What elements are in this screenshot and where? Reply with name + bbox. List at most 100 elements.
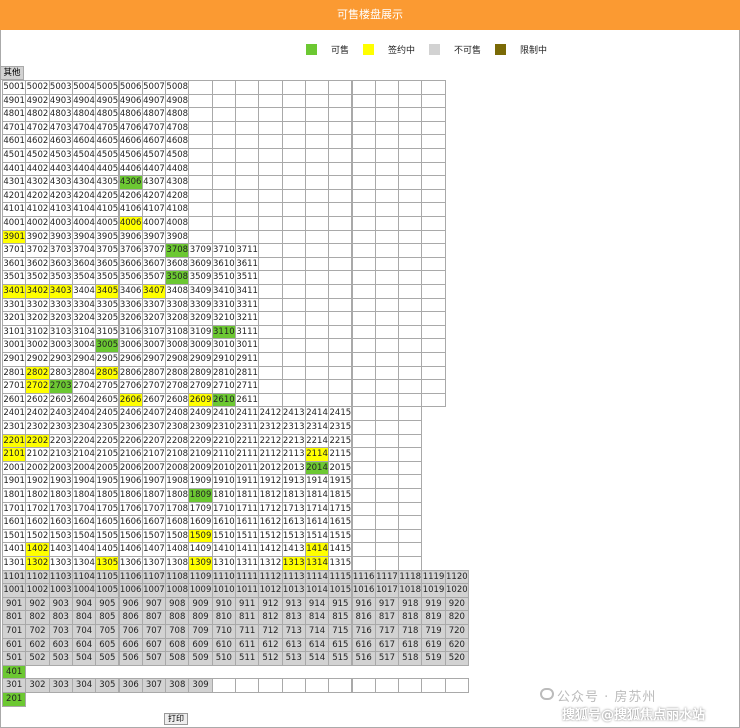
- unit-1012[interactable]: 1012: [258, 583, 283, 598]
- unit-2209[interactable]: 2209: [188, 433, 213, 449]
- unit-3506[interactable]: 3506: [118, 270, 143, 285]
- unit-710[interactable]: 710: [211, 624, 236, 639]
- unit-3503[interactable]: 3503: [48, 270, 73, 285]
- unit-3208[interactable]: 3208: [165, 311, 190, 326]
- print-button[interactable]: 打印: [164, 713, 188, 725]
- unit-511[interactable]: 511: [235, 651, 260, 666]
- unit-2312[interactable]: 2312: [258, 420, 283, 435]
- unit-1302[interactable]: 1302: [25, 556, 50, 571]
- unit-4207[interactable]: 4207: [141, 188, 167, 204]
- unit-4301[interactable]: 4301: [2, 175, 27, 190]
- unit-3008[interactable]: 3008: [165, 338, 190, 353]
- unit-702[interactable]: 702: [25, 624, 50, 639]
- unit-616[interactable]: 616: [351, 637, 376, 653]
- unit-820[interactable]: 820: [444, 610, 469, 625]
- unit-1311[interactable]: 1311: [235, 556, 260, 571]
- unit-4404[interactable]: 4404: [71, 161, 97, 177]
- unit-2013[interactable]: 2013: [281, 460, 306, 476]
- unit-2115[interactable]: 2115: [328, 447, 353, 462]
- unit-904[interactable]: 904: [71, 596, 97, 612]
- unit-2807[interactable]: 2807: [141, 365, 167, 381]
- unit-301[interactable]: 301: [2, 678, 27, 693]
- unit-4507[interactable]: 4507: [141, 148, 167, 163]
- unit-3505[interactable]: 3505: [95, 270, 120, 285]
- unit-914[interactable]: 914: [304, 596, 330, 612]
- unit-912[interactable]: 912: [258, 596, 283, 612]
- unit-2015[interactable]: 2015: [328, 460, 353, 476]
- unit-515[interactable]: 515: [328, 651, 353, 666]
- unit-1105[interactable]: 1105: [95, 569, 120, 585]
- unit-3209[interactable]: 3209: [188, 311, 213, 326]
- unit-715[interactable]: 715: [328, 624, 353, 639]
- unit-1712[interactable]: 1712: [258, 501, 283, 517]
- unit-3205[interactable]: 3205: [95, 311, 120, 326]
- unit-1902[interactable]: 1902: [25, 474, 50, 489]
- unit-1402[interactable]: 1402: [25, 542, 50, 557]
- unit-506[interactable]: 506: [118, 651, 143, 666]
- unit-1113[interactable]: 1113: [281, 569, 306, 585]
- unit-1713[interactable]: 1713: [281, 501, 306, 517]
- unit-3903[interactable]: 3903: [48, 229, 73, 245]
- unit-4503[interactable]: 4503: [48, 148, 73, 163]
- unit-1810[interactable]: 1810: [211, 488, 236, 503]
- unit-2207[interactable]: 2207: [141, 433, 167, 449]
- unit-916[interactable]: 916: [351, 596, 376, 612]
- unit-4607[interactable]: 4607: [141, 134, 167, 149]
- unit-1705[interactable]: 1705: [95, 501, 120, 517]
- unit-504[interactable]: 504: [71, 651, 97, 666]
- unit-3404[interactable]: 3404: [71, 284, 97, 299]
- unit-1603[interactable]: 1603: [48, 515, 73, 530]
- unit-1307[interactable]: 1307: [141, 556, 167, 571]
- unit-3301[interactable]: 3301: [2, 297, 27, 313]
- unit-2408[interactable]: 2408: [165, 406, 190, 421]
- unit-907[interactable]: 907: [141, 596, 167, 612]
- unit-4508[interactable]: 4508: [165, 148, 190, 163]
- unit-2911[interactable]: 2911: [235, 352, 260, 367]
- unit-2210[interactable]: 2210: [211, 433, 236, 449]
- unit-2611[interactable]: 2611: [235, 392, 260, 408]
- unit-3207[interactable]: 3207: [141, 311, 167, 326]
- unit-512[interactable]: 512: [258, 651, 283, 666]
- unit-4907[interactable]: 4907: [141, 93, 167, 109]
- unit-2006[interactable]: 2006: [118, 460, 143, 476]
- unit-3306[interactable]: 3306: [118, 297, 143, 313]
- unit-2809[interactable]: 2809: [188, 365, 213, 381]
- unit-1909[interactable]: 1909: [188, 474, 213, 489]
- unit-3107[interactable]: 3107: [141, 324, 167, 340]
- unit-1403[interactable]: 1403: [48, 542, 73, 557]
- unit-1907[interactable]: 1907: [141, 474, 167, 489]
- unit-2907[interactable]: 2907: [141, 352, 167, 367]
- unit-601[interactable]: 601: [2, 637, 27, 653]
- unit-1401[interactable]: 1401: [2, 542, 27, 557]
- unit-703[interactable]: 703: [48, 624, 73, 639]
- unit-709[interactable]: 709: [188, 624, 213, 639]
- unit-2303[interactable]: 2303: [48, 420, 73, 435]
- unit-3204[interactable]: 3204: [71, 311, 97, 326]
- unit-3410[interactable]: 3410: [211, 284, 236, 299]
- unit-2208[interactable]: 2208: [165, 433, 190, 449]
- unit-520[interactable]: 520: [444, 651, 469, 666]
- unit-807[interactable]: 807: [141, 610, 167, 625]
- unit-2709[interactable]: 2709: [188, 379, 213, 394]
- unit-803[interactable]: 803: [48, 610, 73, 625]
- unit-1710[interactable]: 1710: [211, 501, 236, 517]
- unit-3004[interactable]: 3004: [71, 338, 97, 353]
- unit-4704[interactable]: 4704: [71, 120, 97, 136]
- unit-714[interactable]: 714: [304, 624, 330, 639]
- unit-1506[interactable]: 1506: [118, 528, 143, 544]
- unit-802[interactable]: 802: [25, 610, 50, 625]
- unit-2203[interactable]: 2203: [48, 433, 73, 449]
- unit-4706[interactable]: 4706: [118, 120, 143, 136]
- unit-3706[interactable]: 3706: [118, 243, 143, 258]
- unit-1813[interactable]: 1813: [281, 488, 306, 503]
- unit-1112[interactable]: 1112: [258, 569, 283, 585]
- unit-4008[interactable]: 4008: [165, 216, 190, 231]
- unit-1013[interactable]: 1013: [281, 583, 306, 598]
- unit-3604[interactable]: 3604: [71, 256, 97, 272]
- unit-2405[interactable]: 2405: [95, 406, 120, 421]
- unit-4604[interactable]: 4604: [71, 134, 97, 149]
- unit-4801[interactable]: 4801: [2, 107, 27, 122]
- unit-2811[interactable]: 2811: [235, 365, 260, 381]
- unit-1508[interactable]: 1508: [165, 528, 190, 544]
- unit-4902[interactable]: 4902: [25, 93, 50, 109]
